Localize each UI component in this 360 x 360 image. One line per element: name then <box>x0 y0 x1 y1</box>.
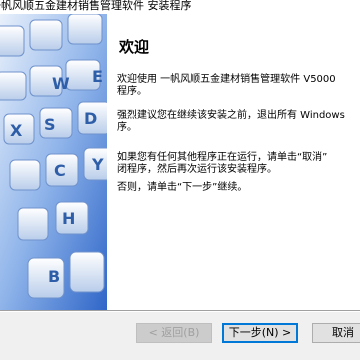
key-letter: C <box>54 161 66 180</box>
key-letter: H <box>62 209 75 228</box>
advice-paragraph: 强烈建议您在继续该安装之前，退出所有 Windows 序。 <box>117 110 345 133</box>
running-programs-paragraph: 如果您有任何其他程序正在运行，请单击“取消” 闭程序，然后再次运行该安装程序。 <box>117 152 328 175</box>
key-letter: B <box>48 267 60 286</box>
window-title: 一帆风顺五金建材销售管理软件 安装程序 <box>0 0 192 12</box>
footer-separator <box>0 310 360 312</box>
title-bar: 一帆风顺五金建材销售管理软件 安装程序 <box>0 0 360 14</box>
key-letter: E <box>92 67 103 86</box>
continue-paragraph: 否则，请单击“下一步”继续。 <box>117 182 248 193</box>
keyboard-illustration: W S X D E C Y H B <box>0 14 107 310</box>
welcome-paragraph: 欢迎使用 一帆风顺五金建材销售管理软件 V5000 程序。 <box>117 74 336 97</box>
cancel-button[interactable]: 取消 <box>312 323 360 343</box>
back-button[interactable]: < 返回(B) <box>136 323 212 343</box>
key-letter: W <box>52 74 70 93</box>
keyboard-hero-image: W S X D E C Y H B <box>0 14 107 310</box>
key-letter: S <box>44 115 56 134</box>
welcome-heading: 欢迎 <box>119 38 150 56</box>
next-button[interactable]: 下一步(N) > <box>222 323 298 343</box>
key-letter: X <box>10 121 23 140</box>
key-letter: Y <box>91 155 104 174</box>
welcome-panel: 欢迎 欢迎使用 一帆风顺五金建材销售管理软件 V5000 程序。 强烈建议您在继… <box>107 14 360 310</box>
key-letter: D <box>84 109 97 128</box>
